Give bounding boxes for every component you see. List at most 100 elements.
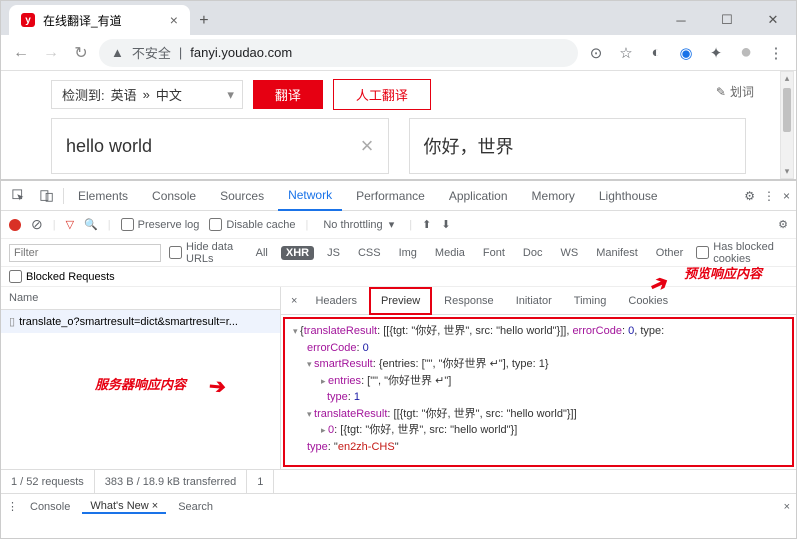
devtools-close-icon[interactable]: × (783, 189, 790, 203)
tab-elements[interactable]: Elements (68, 181, 138, 211)
close-button[interactable]: ✕ (750, 5, 796, 35)
detect-label: 检测到: (62, 85, 105, 104)
src-lang: 英语 (111, 85, 137, 104)
download-icon[interactable]: ⬇ (441, 218, 450, 231)
tab-performance[interactable]: Performance (346, 181, 435, 211)
status-resources: 1 (247, 470, 274, 493)
page-content: ✎ 划词 检测到: 英语 » 中文 翻译 人工翻译 hello world × … (1, 71, 796, 179)
request-name: translate_o?smartresult=dict&smartresult… (19, 316, 238, 328)
filter-doc[interactable]: Doc (518, 246, 548, 260)
menu-icon[interactable]: ⋮ (764, 41, 788, 65)
filter-icon[interactable]: ▽ (66, 218, 74, 231)
devtools-tabs: Elements Console Sources Network Perform… (1, 181, 796, 211)
filter-media[interactable]: Media (430, 246, 470, 260)
filter-all[interactable]: All (251, 246, 273, 260)
device-icon[interactable] (35, 189, 59, 203)
extension-speed-icon[interactable]: ◉ (674, 41, 698, 65)
reload-button[interactable]: ↻ (69, 41, 93, 65)
network-gear-icon[interactable]: ⚙ (778, 218, 788, 231)
name-header[interactable]: Name (1, 287, 280, 310)
dtab-preview[interactable]: Preview (369, 287, 432, 315)
back-button[interactable]: ← (9, 41, 33, 65)
browser-tab[interactable]: y 在线翻译_有道 × (9, 5, 190, 35)
profile-icon[interactable]: ● (734, 41, 758, 65)
scroll-down-icon[interactable]: ▾ (781, 166, 793, 177)
hide-data-urls-checkbox[interactable]: Hide data URLs (169, 241, 243, 265)
dtab-response[interactable]: Response (434, 287, 504, 315)
address-bar: ← → ↻ ▲ 不安全 | fanyi.youdao.com ⊙ ☆ ◐ ◉ ✦… (1, 35, 796, 71)
file-icon: ▯ (9, 315, 15, 328)
dtab-headers[interactable]: Headers (305, 287, 367, 315)
annotation-preview: 预览响应内容 (684, 263, 762, 282)
pencil-icon: ✎ (716, 85, 726, 99)
extensions-icon[interactable]: ✦ (704, 41, 728, 65)
drawer-console[interactable]: Console (22, 501, 78, 513)
devtools-drawer: ⋮ Console What's New × Search × (1, 493, 796, 519)
tab-application[interactable]: Application (439, 181, 518, 211)
filter-ws[interactable]: WS (555, 246, 583, 260)
drawer-more-icon[interactable]: ⋮ (7, 500, 18, 513)
extension-adblock-icon[interactable]: ◐ (644, 41, 668, 65)
target-pane: 你好，世界 (409, 118, 747, 174)
insecure-icon: ▲ (111, 45, 124, 60)
dtab-initiator[interactable]: Initiator (506, 287, 562, 315)
page-scrollbar[interactable]: ▴ ▾ (780, 71, 794, 179)
minimize-button[interactable]: ─ (658, 5, 704, 35)
record-button[interactable] (9, 219, 21, 231)
filter-manifest[interactable]: Manifest (591, 246, 643, 260)
huaci-label: 划词 (730, 83, 754, 100)
clear-icon[interactable]: × (361, 133, 374, 159)
more-icon[interactable]: ⋮ (763, 189, 775, 203)
drawer-close-icon[interactable]: × (784, 501, 790, 513)
insecure-label: 不安全 (132, 43, 171, 62)
dtab-timing[interactable]: Timing (564, 287, 617, 315)
search-icon[interactable]: ⊙ (584, 41, 608, 65)
language-selector[interactable]: 检测到: 英语 » 中文 (51, 80, 243, 109)
filter-img[interactable]: Img (394, 246, 422, 260)
preserve-log-checkbox[interactable]: Preserve log (121, 218, 200, 231)
new-tab-button[interactable]: + (190, 7, 218, 35)
gear-icon[interactable]: ⚙ (744, 189, 755, 203)
filter-css[interactable]: CSS (353, 246, 386, 260)
blocked-cookies-checkbox[interactable]: Has blocked cookies (696, 241, 788, 265)
source-text: hello world (66, 136, 152, 157)
drawer-search[interactable]: Search (170, 501, 221, 513)
detail-close-icon[interactable]: × (285, 295, 303, 307)
scroll-up-icon[interactable]: ▴ (781, 73, 793, 84)
filter-input[interactable] (9, 244, 161, 262)
network-status-bar: 1 / 52 requests 383 B / 18.9 kB transfer… (1, 469, 796, 493)
tab-title: 在线翻译_有道 (43, 12, 122, 29)
drawer-whatsnew[interactable]: What's New × (82, 500, 166, 514)
forward-button[interactable]: → (39, 41, 63, 65)
huaci-toggle[interactable]: ✎ 划词 (716, 83, 754, 100)
filter-font[interactable]: Font (478, 246, 510, 260)
tab-sources[interactable]: Sources (210, 181, 274, 211)
blocked-requests-checkbox[interactable] (9, 270, 22, 283)
search-icon[interactable]: 🔍 (84, 218, 98, 231)
upload-icon[interactable]: ⬆ (422, 218, 431, 231)
bookmark-icon[interactable]: ☆ (614, 41, 638, 65)
maximize-button[interactable]: ☐ (704, 5, 750, 35)
translate-button[interactable]: 翻译 (253, 80, 323, 109)
human-translate-button[interactable]: 人工翻译 (333, 79, 431, 110)
request-row[interactable]: ▯ translate_o?smartresult=dict&smartresu… (1, 310, 280, 333)
filter-xhr[interactable]: XHR (281, 246, 314, 260)
tab-network[interactable]: Network (278, 181, 342, 211)
response-preview[interactable]: 服务器响应内容 {translateResult: [[{tgt: "你好, 世… (283, 317, 794, 467)
separator: | (179, 45, 182, 60)
close-icon[interactable]: × (170, 12, 178, 28)
tab-console[interactable]: Console (142, 181, 206, 211)
tab-lighthouse[interactable]: Lighthouse (589, 181, 668, 211)
tab-memory[interactable]: Memory (522, 181, 585, 211)
source-textarea[interactable]: hello world × (51, 118, 389, 174)
arrow-icon: » (143, 87, 150, 102)
clear-button[interactable]: ⊘ (31, 216, 43, 233)
throttling-select[interactable]: No throttling ▾ (318, 215, 399, 234)
omnibox[interactable]: ▲ 不安全 | fanyi.youdao.com (99, 39, 578, 67)
filter-js[interactable]: JS (322, 246, 345, 260)
filter-other[interactable]: Other (651, 246, 689, 260)
blocked-requests-row: Blocked Requests (1, 267, 796, 287)
window-controls: ─ ☐ ✕ (658, 5, 796, 35)
inspect-icon[interactable] (7, 189, 31, 203)
disable-cache-checkbox[interactable]: Disable cache (209, 218, 295, 231)
